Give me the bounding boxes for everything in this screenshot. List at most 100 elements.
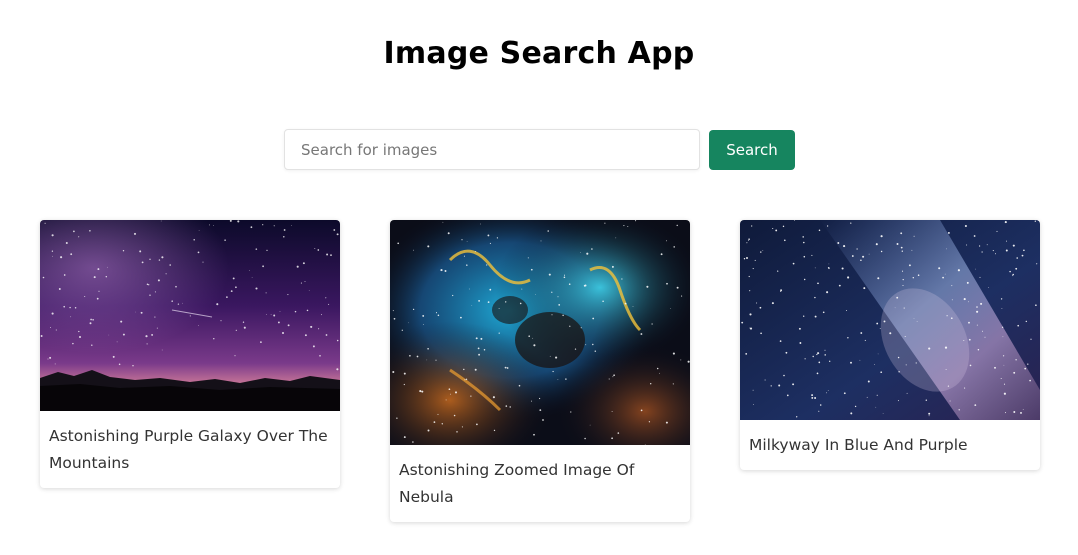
- star-dot: [265, 292, 267, 294]
- star-dot: [966, 244, 968, 246]
- star-dot: [771, 302, 774, 305]
- star-dot: [847, 276, 850, 279]
- star-dot: [133, 232, 137, 235]
- star-dot: [580, 327, 582, 329]
- star-dot: [304, 334, 307, 337]
- star-dot: [435, 312, 438, 314]
- star-dot: [122, 250, 125, 252]
- star-dot: [466, 264, 468, 266]
- star-dot: [427, 429, 430, 432]
- star-dot: [743, 258, 746, 260]
- star-dot: [1013, 371, 1016, 374]
- star-dot: [945, 369, 947, 371]
- star-dot: [565, 378, 567, 380]
- star-dot: [876, 394, 878, 396]
- star-dot: [670, 307, 672, 309]
- star-dot: [96, 297, 99, 300]
- star-dot: [976, 324, 978, 326]
- star-dot: [913, 235, 915, 237]
- search-input[interactable]: [284, 129, 700, 170]
- star-dot: [751, 225, 753, 227]
- result-card[interactable]: Astonishing Purple Galaxy Over The Mount…: [40, 220, 340, 488]
- star-dot: [974, 404, 977, 406]
- star-dot: [656, 367, 659, 370]
- star-dot: [749, 290, 751, 292]
- star-dot: [161, 256, 164, 259]
- search-button[interactable]: Search: [709, 130, 795, 170]
- star-dot: [811, 254, 813, 256]
- star-dot: [591, 248, 593, 250]
- star-dot: [586, 252, 589, 255]
- star-dot: [792, 383, 795, 386]
- star-dot: [397, 242, 400, 245]
- star-dot: [1003, 392, 1006, 395]
- star-dot: [277, 321, 280, 324]
- star-dot: [621, 278, 623, 280]
- star-dot: [403, 383, 405, 386]
- star-dot: [165, 273, 167, 275]
- star-dot: [640, 409, 643, 412]
- star-dot: [89, 322, 92, 325]
- star-dot: [1003, 364, 1005, 366]
- result-image-purple-galaxy: [40, 220, 340, 411]
- star-dot: [902, 278, 904, 281]
- star-dot: [950, 317, 953, 320]
- star-dot: [403, 436, 406, 439]
- star-dot: [562, 314, 564, 317]
- star-dot: [612, 376, 614, 378]
- star-dot: [413, 249, 414, 251]
- star-dot: [876, 322, 879, 325]
- result-card[interactable]: Milkyway In Blue And Purple: [740, 220, 1040, 470]
- star-dot: [753, 404, 754, 405]
- star-dot: [946, 315, 948, 317]
- star-dot: [325, 297, 327, 299]
- star-dot: [189, 315, 191, 317]
- star-dot: [746, 242, 748, 244]
- star-dot: [474, 251, 476, 252]
- star-dot: [687, 360, 690, 363]
- star-dot: [973, 235, 976, 237]
- star-dot: [283, 235, 285, 238]
- page-title: Image Search App: [383, 36, 695, 71]
- star-dot: [752, 389, 754, 391]
- star-dot: [911, 249, 913, 251]
- star-dot: [528, 335, 530, 337]
- star-dot: [814, 296, 816, 299]
- star-dot: [632, 306, 634, 307]
- star-dot: [894, 307, 896, 309]
- star-dot: [336, 233, 339, 236]
- star-dot: [209, 224, 210, 226]
- star-dot: [403, 372, 406, 375]
- star-dot: [996, 230, 998, 232]
- star-dot: [925, 399, 928, 401]
- star-dot: [266, 249, 268, 252]
- star-dot: [453, 414, 456, 417]
- star-dot: [859, 359, 861, 361]
- star-dot: [896, 243, 899, 245]
- star-dot: [120, 320, 123, 323]
- star-dot: [866, 396, 868, 398]
- star-dot: [1000, 298, 1003, 300]
- star-dot: [146, 283, 149, 286]
- star-dot: [146, 343, 148, 345]
- star-dot: [1030, 338, 1032, 340]
- star-dot: [570, 411, 572, 413]
- star-dot: [772, 227, 774, 230]
- star-dot: [850, 412, 853, 415]
- star-dot: [477, 347, 480, 350]
- star-dot: [1012, 273, 1014, 276]
- result-card[interactable]: Astonishing Zoomed Image Of Nebula: [390, 220, 690, 522]
- star-dot: [912, 277, 914, 279]
- star-dot: [478, 353, 481, 356]
- star-dot: [197, 251, 200, 254]
- star-dot: [963, 298, 966, 301]
- star-dot: [1016, 257, 1018, 259]
- star-dot: [452, 294, 454, 297]
- star-dot: [860, 259, 862, 262]
- star-dot: [889, 332, 892, 335]
- star-dot: [966, 281, 969, 284]
- star-dot: [533, 433, 535, 436]
- star-dot: [177, 303, 180, 305]
- star-dot: [1029, 379, 1031, 382]
- star-dot: [804, 278, 806, 281]
